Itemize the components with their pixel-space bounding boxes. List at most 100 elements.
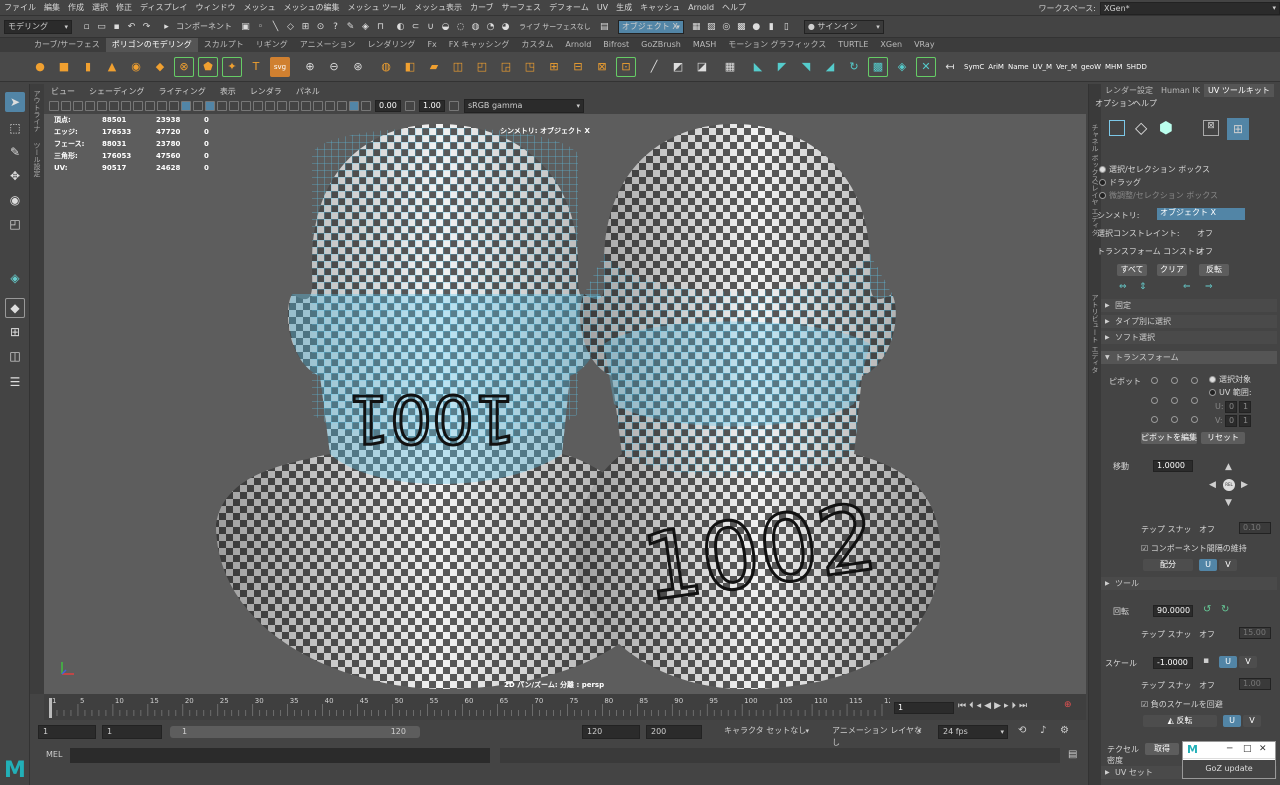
- pivot-radio-3[interactable]: [1191, 377, 1198, 384]
- signin-dropdown[interactable]: ● サインイン: [803, 19, 884, 34]
- snap-move-value[interactable]: オフ: [1199, 524, 1215, 535]
- snap-rotate-field[interactable]: 15.00: [1239, 627, 1271, 639]
- select-uv-box-icon[interactable]: [1109, 120, 1125, 136]
- radio-selection-box[interactable]: [1099, 166, 1106, 173]
- fill-hole-icon[interactable]: ◲: [496, 57, 516, 77]
- menu-mesh[interactable]: メッシュ: [239, 0, 279, 16]
- anim-start-field[interactable]: 1: [38, 725, 96, 739]
- menu-deform[interactable]: デフォーム: [545, 0, 593, 16]
- pivot-radio-9[interactable]: [1191, 416, 1198, 423]
- layers-icon[interactable]: ◈: [5, 268, 25, 288]
- v-max-field[interactable]: 1: [1239, 415, 1251, 427]
- step-forward-key-icon[interactable]: ⏵: [1012, 701, 1017, 711]
- snap-rotate-value[interactable]: オフ: [1199, 629, 1215, 640]
- select-shell-icon[interactable]: ⬢: [1159, 120, 1173, 136]
- pivot-radio-8[interactable]: [1171, 416, 1178, 423]
- go-end-icon[interactable]: ⏭: [1019, 701, 1027, 711]
- section-select-by-type[interactable]: タイプ別に選択: [1101, 315, 1277, 328]
- move-down-icon[interactable]: ▼: [1225, 498, 1232, 508]
- viewport-persp[interactable]: 頂点: 88501 23938 0 エッジ: 176533 47720 0 フェース: 880…: [44, 114, 1086, 694]
- panel-menu-view[interactable]: ビュー: [44, 86, 82, 98]
- pause-icon[interactable]: ▮: [765, 20, 778, 33]
- scale-tool-icon[interactable]: ◰: [5, 214, 25, 234]
- menu-cache[interactable]: キャッシュ: [636, 0, 684, 16]
- resolution-gate-icon[interactable]: [121, 101, 131, 111]
- menu-mesh-display[interactable]: メッシュ表示: [410, 0, 466, 16]
- snap-scale-field[interactable]: 1.00: [1239, 678, 1271, 690]
- scale-uniform-icon[interactable]: ▪: [1203, 656, 1209, 666]
- snap-curve-icon[interactable]: ◐: [394, 20, 407, 33]
- menu-create[interactable]: 作成: [64, 0, 88, 16]
- scale-v-button[interactable]: V: [1239, 656, 1257, 668]
- hypershade-icon[interactable]: ●: [750, 20, 763, 33]
- shelf-tab-fx[interactable]: Fx: [421, 38, 442, 52]
- tab-uv-toolkit[interactable]: UV ツールキット: [1204, 84, 1274, 97]
- component-label[interactable]: コンポーネント: [176, 21, 232, 32]
- v-min-field[interactable]: 0: [1225, 415, 1237, 427]
- symmetry-dropdown[interactable]: オブジェクト X: [617, 19, 684, 34]
- separate-icon[interactable]: ⊖: [324, 57, 344, 77]
- live-surface-label[interactable]: ライブ サーフェスなし: [519, 22, 591, 32]
- poly-text-icon[interactable]: T: [246, 57, 266, 77]
- camera-attr-icon[interactable]: [61, 101, 71, 111]
- combine-icon[interactable]: ⊕: [300, 57, 320, 77]
- ipr-icon[interactable]: ◎: [720, 20, 733, 33]
- time-slider[interactable]: 1 5 10 15 20 25 30 35 40 45 50 55 60 65 70 75 80 85 90 95 10…: [44, 694, 1086, 720]
- poly-cylinder-icon[interactable]: ▮: [78, 57, 98, 77]
- shelf-tab-sculpt[interactable]: スカルプト: [198, 38, 250, 52]
- film-gate-icon[interactable]: [109, 101, 119, 111]
- gate-mask-icon[interactable]: [133, 101, 143, 111]
- render-frame-icon[interactable]: ▨: [705, 20, 718, 33]
- shelf-tab-fx-cache[interactable]: FX キャッシング: [443, 38, 516, 52]
- popup-close-icon[interactable]: ✕: [1259, 744, 1267, 754]
- constraint-value[interactable]: オフ: [1197, 228, 1213, 239]
- menu-arnold[interactable]: Arnold: [684, 0, 718, 16]
- collapse-icon[interactable]: ⊞: [544, 57, 564, 77]
- keep-spacing-checkbox[interactable]: ☑ コンポーネント間隔の維持: [1141, 543, 1247, 554]
- shelf-geow[interactable]: geoW: [1081, 57, 1101, 77]
- shelf-tab-vray[interactable]: VRay: [908, 38, 941, 52]
- menu-edit[interactable]: 編集: [40, 0, 64, 16]
- poly-plane-icon[interactable]: ◆: [150, 57, 170, 77]
- xray-icon[interactable]: [313, 101, 323, 111]
- menu-options[interactable]: オプション: [1095, 98, 1135, 109]
- grid-toggle-icon[interactable]: [97, 101, 107, 111]
- bevel-icon[interactable]: ◰: [472, 57, 492, 77]
- select-component-icon[interactable]: ⊠: [1203, 120, 1219, 136]
- spherical-map-icon[interactable]: ◥: [796, 57, 816, 77]
- workspace-dropdown[interactable]: XGen*: [1100, 1, 1280, 15]
- poly-cube-icon[interactable]: ■: [54, 57, 74, 77]
- panel-menu-shading[interactable]: シェーディング: [82, 86, 151, 98]
- safe-title-icon[interactable]: [169, 101, 179, 111]
- head-right[interactable]: 1002: [575, 124, 941, 689]
- loop-icon[interactable]: ⟲: [1018, 725, 1026, 736]
- outliner-view-icon[interactable]: ☰: [5, 372, 25, 392]
- menu-help-uv[interactable]: ヘルプ: [1133, 98, 1157, 109]
- play-back-icon[interactable]: ◀: [984, 701, 991, 711]
- poly-disc-icon[interactable]: ⊗: [174, 56, 194, 77]
- pivot-mask-icon[interactable]: ?: [329, 20, 342, 33]
- poly-cone-icon[interactable]: ▲: [102, 57, 122, 77]
- u-max-field[interactable]: 1: [1239, 401, 1251, 413]
- panel-menu-renderer[interactable]: レンダラ: [243, 86, 289, 98]
- step-forward-icon[interactable]: ▸: [1004, 701, 1009, 711]
- option-drag[interactable]: ドラッグ: [1109, 177, 1141, 188]
- step-back-icon[interactable]: ◂: [977, 701, 982, 711]
- radio-tweak[interactable]: [1099, 192, 1106, 199]
- camera-map-icon[interactable]: ↻: [844, 57, 864, 77]
- shelf-shdd[interactable]: SHDD: [1126, 57, 1147, 77]
- xray-joints-icon[interactable]: [325, 101, 335, 111]
- menu-curves[interactable]: カーブ: [466, 0, 498, 16]
- select-all-button[interactable]: すべて: [1117, 264, 1147, 276]
- option-selection-box[interactable]: 選択/セレクション ボックス: [1109, 164, 1210, 175]
- current-frame-field[interactable]: 1: [894, 702, 954, 714]
- reset-pivot-button[interactable]: リセット: [1201, 432, 1245, 444]
- section-tools[interactable]: ツール: [1101, 577, 1277, 590]
- popup-minimize-icon[interactable]: ─: [1227, 744, 1232, 754]
- new-scene-icon[interactable]: ▫: [80, 20, 93, 33]
- select-handle-icon[interactable]: ▣: [239, 20, 252, 33]
- transform-constraint-value[interactable]: オフ: [1197, 246, 1213, 257]
- menu-modify[interactable]: 修正: [112, 0, 136, 16]
- snap-move-field[interactable]: 0.10: [1239, 522, 1271, 534]
- popup-maximize-icon[interactable]: □: [1243, 744, 1252, 754]
